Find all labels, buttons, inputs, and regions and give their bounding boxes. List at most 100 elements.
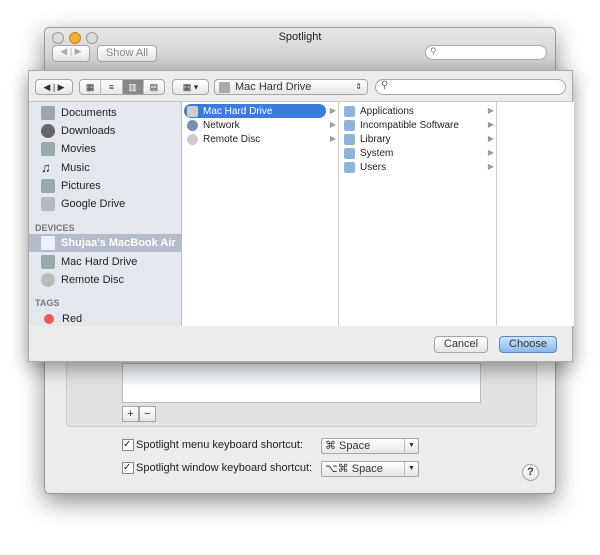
sidebar-item-label: Music	[61, 162, 90, 174]
disclosure-arrow-icon: ▶	[329, 134, 336, 143]
folder-icon	[344, 147, 355, 159]
sidebar: Documents Downloads Movies ♫ Music Pictur…	[29, 101, 182, 326]
movies-icon	[41, 142, 55, 156]
column-view-icon[interactable]: ▥	[121, 80, 143, 94]
window-shortcut-checkbox[interactable]: ✓	[122, 462, 134, 474]
sidebar-item-label: Downloads	[61, 125, 116, 137]
hard-drive-icon	[41, 255, 55, 269]
column-item-remote-disc[interactable]: Remote Disc	[184, 132, 334, 146]
sidebar-item-label: Mac Hard Drive	[61, 256, 138, 268]
folder-icon	[344, 105, 355, 117]
list-view-icon[interactable]: ≡	[100, 80, 121, 94]
disclosure-arrow-icon: ▶	[487, 148, 494, 157]
disclosure-arrow-icon: ▶	[487, 106, 494, 115]
red-tag-icon	[44, 314, 54, 324]
column-item-applications[interactable]: Applications	[341, 104, 492, 118]
menu-shortcut-label: Spotlight menu keyboard shortcut:	[136, 439, 303, 451]
updown-icon: ⇕	[355, 82, 362, 91]
add-button[interactable]: +	[122, 406, 139, 422]
search-icon: ⚲	[430, 46, 437, 56]
folder-icon	[344, 133, 355, 145]
hard-drive-icon	[187, 105, 198, 117]
sidebar-item-movies[interactable]: Movies	[29, 140, 182, 158]
folder-icon	[41, 197, 55, 211]
sidebar-item-mac-hard-drive[interactable]: Mac Hard Drive	[29, 253, 182, 271]
sheet-search-field[interactable]: ⚲	[375, 79, 566, 95]
menu-shortcut-row: ✓ Spotlight menu keyboard shortcut:	[122, 439, 303, 451]
disc-icon	[41, 273, 55, 287]
camera-icon	[41, 179, 55, 193]
icon-view-icon[interactable]: ▦	[80, 80, 100, 94]
location-value: Mac Hard Drive	[235, 81, 312, 93]
column-item-label: System	[360, 147, 394, 159]
column-item-label: Users	[360, 161, 387, 173]
music-icon: ♫	[41, 160, 51, 175]
show-all-button[interactable]: Show All	[97, 45, 157, 62]
devices-header: DEVICES	[35, 223, 75, 233]
sidebar-item-documents[interactable]: Documents	[29, 104, 182, 122]
documents-icon	[41, 106, 55, 120]
laptop-icon	[41, 236, 55, 250]
window-title: Spotlight	[278, 31, 322, 43]
folder-icon	[344, 161, 355, 173]
column-item-label: Applications	[360, 105, 414, 117]
menu-shortcut-value: ⌘ Space	[325, 440, 371, 452]
browser-column-2: Applications ▶ Incompatible Software ▶ L…	[339, 101, 497, 326]
open-panel-sheet: ◀ | ▶ ▦ ≡ ▥ ▤ ▦ ▾ Mac Hard Drive ⇕ ⚲ Documen…	[28, 70, 574, 362]
sidebar-item-remote-disc[interactable]: Remote Disc	[29, 271, 182, 289]
column-item-label: Library	[360, 133, 391, 145]
menu-shortcut-popup[interactable]: ⌘ Space ▼	[321, 438, 419, 454]
exclusion-list[interactable]	[122, 363, 481, 403]
back-forward-buttons[interactable]: ◀ | ▶	[35, 79, 73, 95]
disclosure-arrow-icon: ▶	[487, 162, 494, 171]
choose-button[interactable]: Choose	[499, 336, 557, 353]
sidebar-item-label: Remote Disc	[61, 274, 124, 286]
sidebar-item-label: Documents	[61, 107, 117, 119]
help-button[interactable]: ?	[522, 464, 539, 481]
column-item-network[interactable]: Network	[184, 118, 334, 132]
chevron-down-icon: ▼	[404, 462, 418, 476]
sidebar-item-label: Pictures	[61, 180, 101, 192]
browser-column-1: Mac Hard Drive ▶ Network ▶ Remote Disc ▶	[182, 101, 339, 326]
column-item-mac-hard-drive[interactable]: Mac Hard Drive	[184, 104, 326, 118]
column-item-incompatible-software[interactable]: Incompatible Software	[341, 118, 492, 132]
cancel-button[interactable]: Cancel	[434, 336, 488, 353]
disc-icon	[187, 133, 198, 145]
window-shortcut-row: ✓ Spotlight window keyboard shortcut:	[122, 462, 312, 474]
sidebar-item-label: Red	[62, 313, 83, 325]
coverflow-view-icon[interactable]: ▤	[142, 80, 164, 94]
search-field[interactable]: ⚲	[425, 45, 547, 60]
menu-shortcut-checkbox[interactable]: ✓	[122, 439, 134, 451]
browser-column-3	[497, 101, 574, 326]
search-icon: ⚲	[381, 80, 389, 91]
disclosure-arrow-icon: ▶	[329, 120, 336, 129]
view-mode-control[interactable]: ▦ ≡ ▥ ▤	[79, 79, 165, 95]
title-bar: Spotlight ◀ | ▶ Show All ⚲	[45, 28, 555, 72]
sidebar-item-tag-red[interactable]: Red	[29, 310, 182, 328]
column-item-users[interactable]: Users	[341, 160, 492, 174]
location-popup[interactable]: Mac Hard Drive ⇕	[214, 79, 368, 95]
sidebar-item-music[interactable]: ♫ Music	[29, 159, 182, 177]
back-forward-buttons[interactable]: ◀ | ▶	[52, 45, 90, 62]
sidebar-item-label: Shujaa's MacBook Air	[61, 237, 176, 249]
window-shortcut-popup[interactable]: ⌥⌘ Space ▼	[321, 461, 419, 477]
network-icon	[187, 119, 198, 131]
column-item-label: Mac Hard Drive	[203, 105, 273, 117]
sidebar-item-pictures[interactable]: Pictures	[29, 177, 182, 195]
disclosure-arrow-icon: ▶	[487, 134, 494, 143]
window-shortcut-value: ⌥⌘ Space	[325, 463, 383, 475]
disclosure-arrow-icon: ▶	[329, 106, 336, 115]
remove-button[interactable]: −	[139, 406, 156, 422]
column-item-label: Incompatible Software	[360, 119, 459, 131]
sidebar-item-macbook-air[interactable]: Shujaa's MacBook Air	[29, 234, 182, 252]
column-item-library[interactable]: Library	[341, 132, 492, 146]
window-shortcut-label: Spotlight window keyboard shortcut:	[136, 462, 313, 474]
sidebar-item-label: Movies	[61, 143, 96, 155]
arrange-button[interactable]: ▦ ▾	[172, 79, 209, 95]
chevron-down-icon: ▼	[404, 439, 418, 453]
hard-drive-icon	[219, 81, 230, 93]
column-item-system[interactable]: System	[341, 146, 492, 160]
sidebar-item-downloads[interactable]: Downloads	[29, 122, 182, 140]
folder-icon	[344, 119, 355, 131]
sidebar-item-google-drive[interactable]: Google Drive	[29, 195, 182, 213]
